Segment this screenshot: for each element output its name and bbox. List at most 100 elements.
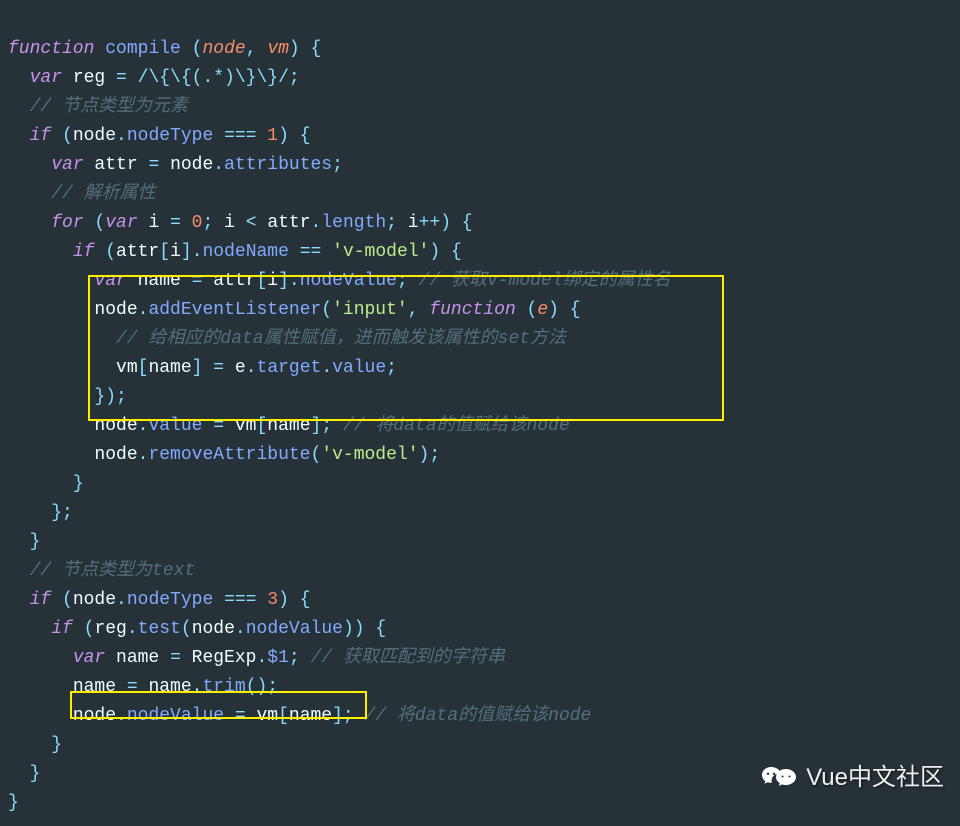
paren: ( xyxy=(51,590,73,610)
op-eq: = xyxy=(127,677,138,697)
semi: ; xyxy=(289,68,300,88)
ident: i xyxy=(224,213,246,233)
paren: ( xyxy=(516,300,538,320)
dot: . xyxy=(116,126,127,146)
ident: vm xyxy=(116,358,138,378)
ident: name xyxy=(127,271,192,291)
op-eq: = xyxy=(202,358,234,378)
sp xyxy=(202,271,213,291)
call: (); xyxy=(246,677,278,697)
comment: // 节点类型为text xyxy=(30,561,196,581)
sp xyxy=(181,648,192,668)
close: ); xyxy=(419,445,441,465)
comma: , xyxy=(408,300,430,320)
dot: . xyxy=(192,242,203,262)
prop: nodeValue xyxy=(300,271,397,291)
bracket: [ xyxy=(278,706,289,726)
keyword-function: function xyxy=(8,39,94,59)
prop: target xyxy=(257,358,322,378)
ident: node xyxy=(94,445,137,465)
op-eq: = xyxy=(148,155,159,175)
string: 'v-model' xyxy=(321,445,418,465)
ident: reg xyxy=(62,68,116,88)
keyword-if: if xyxy=(30,126,52,146)
regex: /\{\{(.*)\}\}/ xyxy=(127,68,289,88)
prop: nodeType xyxy=(127,590,213,610)
close: ) { xyxy=(429,242,461,262)
fn-name: compile xyxy=(105,39,181,59)
fn-call: test xyxy=(138,619,181,639)
dot: . xyxy=(138,416,149,436)
paren: ( xyxy=(192,39,203,59)
ident: node xyxy=(73,126,116,146)
ident: name xyxy=(267,416,310,436)
comment: // 获取v-model绑定的属性名 xyxy=(419,271,671,291)
sp xyxy=(257,213,268,233)
param-node: node xyxy=(202,39,245,59)
close: }); xyxy=(94,387,126,407)
paren: ( xyxy=(310,445,321,465)
op-eq: = xyxy=(192,271,203,291)
op-pp: ++ xyxy=(419,213,441,233)
ident: i xyxy=(267,271,278,291)
keyword-var: var xyxy=(51,155,83,175)
keyword-for: for xyxy=(51,213,83,233)
op-eq: = xyxy=(224,706,256,726)
paren: ( xyxy=(51,126,73,146)
ident: RegExp xyxy=(192,648,257,668)
close: ) { xyxy=(278,590,310,610)
bracket: [ xyxy=(138,358,149,378)
string: 'input' xyxy=(332,300,408,320)
paren: ( xyxy=(84,213,106,233)
dot: . xyxy=(311,213,322,233)
bracket: ] xyxy=(278,271,289,291)
semi: ; xyxy=(332,155,343,175)
ident: attr xyxy=(267,213,310,233)
brace: } xyxy=(30,764,41,784)
prop: $1 xyxy=(267,648,289,668)
dot: . xyxy=(192,677,203,697)
op-eq: = xyxy=(170,648,181,668)
bracket: ] xyxy=(181,242,192,262)
ident: attr xyxy=(84,155,149,175)
ident: vm xyxy=(235,416,257,436)
watermark-text: Vue中文社区 xyxy=(806,763,944,792)
op-eq: = xyxy=(116,68,127,88)
prop: nodeType xyxy=(127,126,213,146)
keyword-var: var xyxy=(73,648,105,668)
bracket: ] xyxy=(332,706,343,726)
keyword-if: if xyxy=(30,590,52,610)
semi: ; xyxy=(386,358,397,378)
dot: . xyxy=(289,271,300,291)
comment: // 将data的值赋给该node xyxy=(343,416,570,436)
ident: node xyxy=(73,706,116,726)
paren: ( xyxy=(73,619,95,639)
ident: attr xyxy=(213,271,256,291)
keyword-function: function xyxy=(429,300,515,320)
paren: ( xyxy=(94,242,116,262)
op-eq: = xyxy=(170,213,181,233)
number: 1 xyxy=(267,126,278,146)
ident: name xyxy=(148,358,191,378)
prop: value xyxy=(332,358,386,378)
op-lt: < xyxy=(246,213,257,233)
code-block: function compile (node, vm) { var reg = … xyxy=(0,0,960,826)
ident: i xyxy=(408,213,419,233)
semi: ; xyxy=(321,416,343,436)
fn-call: trim xyxy=(202,677,245,697)
param-e: e xyxy=(537,300,548,320)
brace: } xyxy=(8,793,19,813)
keyword-if: if xyxy=(73,242,95,262)
ident: name xyxy=(289,706,332,726)
ident: node xyxy=(192,619,235,639)
string: 'v-model' xyxy=(332,242,429,262)
ident: vm xyxy=(256,706,278,726)
paren: ( xyxy=(321,300,332,320)
semi: ; xyxy=(397,271,419,291)
semi: ; xyxy=(343,706,365,726)
close: )) { xyxy=(343,619,386,639)
comment: // 将data的值赋给该node xyxy=(365,706,592,726)
dot: . xyxy=(138,300,149,320)
number: 3 xyxy=(267,590,278,610)
ident: node xyxy=(94,416,137,436)
